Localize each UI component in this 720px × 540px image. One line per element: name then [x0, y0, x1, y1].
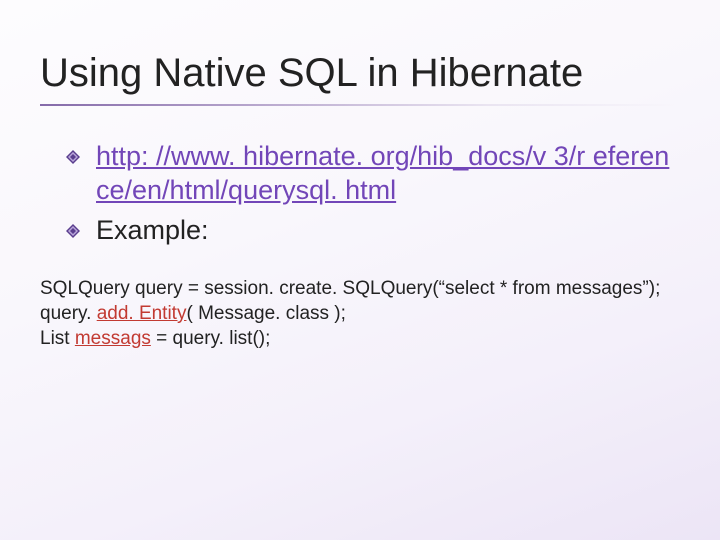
- code-error-span: add. Entity: [97, 303, 187, 324]
- reference-link[interactable]: http: //www. hibernate. org/hib_docs/v 3…: [96, 141, 669, 205]
- code-line-3: List messags = query. list();: [40, 327, 680, 352]
- slide-body: http: //www. hibernate. org/hib_docs/v 3…: [40, 140, 680, 247]
- diamond-bullet-icon: [66, 224, 80, 238]
- title-underline: [40, 104, 680, 106]
- code-error-span: messags: [75, 328, 151, 349]
- code-line-2: query. add. Entity( Message. class );: [40, 302, 680, 327]
- code-text: List: [40, 328, 75, 349]
- code-line-1: SQLQuery query = session. create. SQLQue…: [40, 277, 680, 302]
- slide-title: Using Native SQL in Hibernate: [40, 50, 680, 96]
- diamond-bullet-icon: [66, 150, 80, 164]
- code-text: query.: [40, 303, 97, 324]
- slide: Using Native SQL in Hibernate http: //ww…: [0, 0, 720, 540]
- code-text: = query. list();: [151, 328, 270, 349]
- code-text: ( Message. class );: [186, 303, 345, 324]
- code-text: SQLQuery query = session. create. SQLQue…: [40, 278, 660, 299]
- bullet-item-link: http: //www. hibernate. org/hib_docs/v 3…: [96, 140, 680, 208]
- bullet-item-example: Example:: [96, 214, 680, 248]
- code-block: SQLQuery query = session. create. SQLQue…: [40, 277, 680, 351]
- bullet-text: Example:: [96, 215, 209, 245]
